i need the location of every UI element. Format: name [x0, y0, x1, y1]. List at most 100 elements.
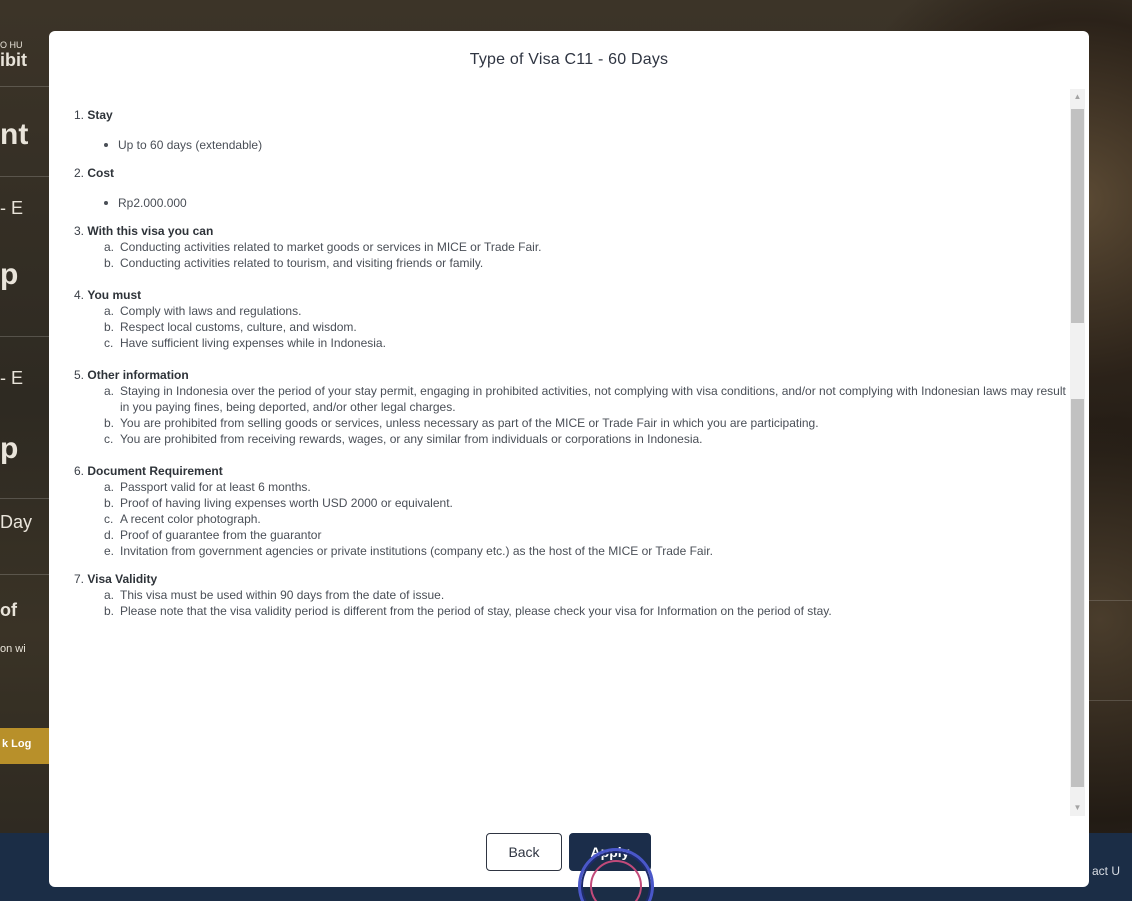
visa-section: 6. Document Requirement a. Passport valid … [74, 463, 1069, 559]
background-text-fragment: Day [0, 512, 33, 532]
list-item: Up to 60 days (extendable) [104, 137, 1069, 153]
background-text-fragment: O HU [0, 40, 23, 50]
list-item: b. Conducting activities related to touri… [104, 255, 1069, 271]
list-item-letter: a. [104, 588, 115, 602]
section-number: 1. [74, 108, 85, 122]
bullet-list: Up to 60 days (extendable) [74, 137, 1069, 153]
section-number: 5. [74, 368, 85, 382]
section-number: 4. [74, 288, 85, 302]
visa-detail-modal: Type of Visa C11 - 60 Days 1. Stay Up to … [49, 31, 1089, 887]
list-item: b. Proof of having living expenses worth … [104, 495, 1069, 511]
list-item-letter: c. [104, 512, 114, 526]
lettered-list: a. Staying in Indonesia over the period o… [74, 383, 1069, 447]
list-item-letter: d. [104, 528, 115, 542]
list-item-text: Invitation from government agencies or p… [120, 544, 713, 558]
list-item: b. Respect local customs, culture, and wi… [104, 319, 1069, 335]
bullet-list: Rp2.000.000 [74, 195, 1069, 211]
visa-section: 1. Stay Up to 60 days (extendable) [74, 107, 1069, 153]
section-heading: 4. You must [74, 287, 1069, 303]
list-item-text: Conducting activities related to market … [120, 240, 542, 254]
list-item: a. This visa must be used within 90 days … [104, 587, 1069, 603]
scrollbar-thumb[interactable] [1071, 109, 1084, 323]
background-divider [1089, 600, 1132, 601]
list-item-letter: a. [104, 240, 115, 254]
background-text-fragment: p [0, 258, 19, 291]
background-divider [0, 498, 49, 499]
section-heading: 3. With this visa you can [74, 223, 1069, 239]
background-divider [0, 86, 49, 87]
visa-section: 7. Visa Validity a. This visa must be used… [74, 571, 1069, 619]
list-item-text: Proof of guarantee from the guarantor [120, 528, 322, 542]
list-item: a. Passport valid for at least 6 months. [104, 479, 1069, 495]
section-heading-text: With this visa you can [87, 224, 214, 238]
list-item: c. Have sufficient living expenses while … [104, 335, 1069, 351]
background-footer-text-fragment: act U [1092, 864, 1121, 878]
section-heading-text: Cost [87, 166, 115, 180]
list-item-text: Passport valid for at least 6 months. [120, 480, 311, 494]
visa-section: 2. Cost Rp2.000.000 [74, 165, 1069, 211]
section-heading-text: Stay [87, 108, 113, 122]
section-heading: 5. Other information [74, 367, 1069, 383]
scroll-up-arrow-icon[interactable]: ▲ [1070, 89, 1085, 105]
list-item-letter: b. [104, 320, 115, 334]
list-item-letter: b. [104, 496, 115, 510]
back-button[interactable]: Back [486, 833, 562, 871]
list-item-letter: b. [104, 256, 115, 270]
list-item-letter: e. [104, 544, 115, 558]
list-item-text: Comply with laws and regulations. [120, 304, 302, 318]
background-divider [1089, 700, 1132, 701]
visa-section: 4. You must a. Comply with laws and regula… [74, 287, 1069, 351]
list-item-text: You are prohibited from selling goods or… [120, 416, 819, 430]
section-heading: 2. Cost [74, 165, 1069, 181]
background-divider [0, 336, 49, 337]
background-text-fragment: on wi [0, 643, 26, 655]
background-text-fragment: p [0, 432, 19, 465]
modal-body[interactable]: 1. Stay Up to 60 days (extendable) 2. Cost… [49, 89, 1089, 816]
visa-section: 3. With this visa you can a. Conducting ac… [74, 223, 1069, 271]
scrollbar-thumb[interactable] [1071, 399, 1084, 787]
section-number: 6. [74, 464, 85, 478]
section-number: 2. [74, 166, 85, 180]
list-item: a. Staying in Indonesia over the period o… [104, 383, 1069, 415]
visa-section: 5. Other information a. Staying in Indones… [74, 367, 1069, 447]
background-divider [0, 176, 49, 177]
lettered-list: a. Comply with laws and regulations. b. Res… [74, 303, 1069, 351]
background-divider [0, 574, 49, 575]
section-heading: 7. Visa Validity [74, 571, 1069, 587]
section-heading: 1. Stay [74, 107, 1069, 123]
list-item: a. Conducting activities related to marke… [104, 239, 1069, 255]
list-item-letter: c. [104, 432, 114, 446]
list-item: a. Comply with laws and regulations. [104, 303, 1069, 319]
section-heading: 6. Document Requirement [74, 463, 1069, 479]
lettered-list: a. Passport valid for at least 6 months. b… [74, 479, 1069, 559]
background-text-fragment: nt [0, 118, 29, 151]
list-item: c. You are prohibited from receiving rewa… [104, 431, 1069, 447]
list-item-text: You are prohibited from receiving reward… [120, 432, 703, 446]
list-item: b. Please note that the visa validity per… [104, 603, 1069, 619]
section-number: 7. [74, 572, 85, 586]
list-item-letter: a. [104, 384, 115, 398]
section-heading-text: Other information [87, 368, 189, 382]
background-text-fragment: ibit [0, 50, 27, 70]
list-item: d. Proof of guarantee from the guarantor [104, 527, 1069, 543]
background-text-fragment: - E [0, 198, 24, 218]
list-item-letter: a. [104, 480, 115, 494]
scroll-down-arrow-icon[interactable]: ▼ [1070, 800, 1085, 816]
background-text-fragment: of [0, 600, 17, 620]
background-text-fragment: - E [0, 368, 24, 388]
list-item-letter: b. [104, 604, 115, 618]
list-item-text: Proof of having living expenses worth US… [120, 496, 453, 510]
list-item-letter: c. [104, 336, 114, 350]
list-item: b. You are prohibited from selling goods … [104, 415, 1069, 431]
list-item: c. A recent color photograph. [104, 511, 1069, 527]
list-item-letter: a. [104, 304, 115, 318]
list-item-text: Staying in Indonesia over the period of … [120, 384, 1066, 414]
list-item: Rp2.000.000 [104, 195, 1069, 211]
lettered-list: a. This visa must be used within 90 days … [74, 587, 1069, 619]
section-heading-text: Document Requirement [87, 464, 223, 478]
modal-title: Type of Visa C11 - 60 Days [469, 51, 669, 68]
list-item-text: A recent color photograph. [120, 512, 261, 526]
list-item-text: Respect local customs, culture, and wisd… [120, 320, 357, 334]
list-item-letter: b. [104, 416, 115, 430]
list-item-text: Please note that the visa validity perio… [120, 604, 832, 618]
